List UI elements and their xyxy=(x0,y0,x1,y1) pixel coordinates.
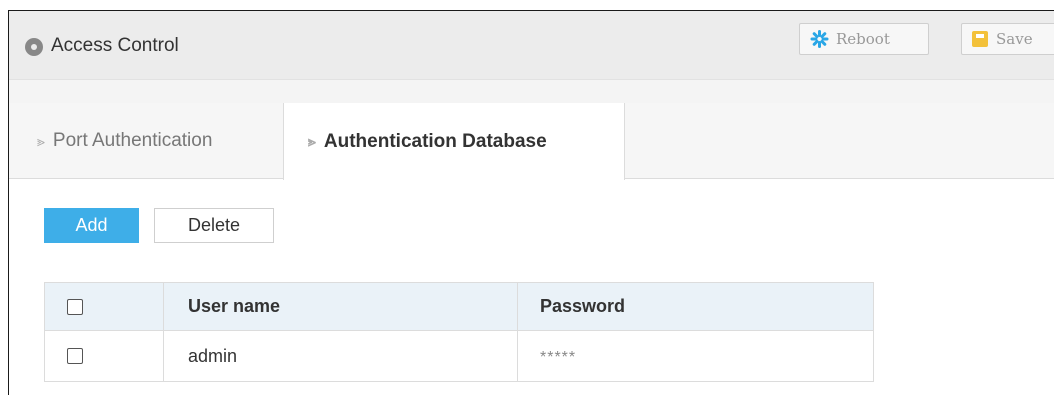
reboot-button[interactable]: Reboot xyxy=(799,23,929,55)
tab-label: Port Authentication xyxy=(52,130,213,151)
select-all-checkbox[interactable] xyxy=(67,298,83,315)
row-select-cell xyxy=(44,330,164,382)
chevron-right-icon: ⪢ xyxy=(37,132,45,149)
user-name-cell: admin xyxy=(163,330,518,382)
table-row[interactable]: admin ***** xyxy=(44,330,874,382)
select-all-cell xyxy=(44,282,164,331)
password-cell: ***** xyxy=(517,330,874,382)
tab-bar: ⪢ Port Authentication ⪢ Authentication D… xyxy=(9,103,1054,180)
header-spacer xyxy=(9,80,1054,103)
add-button[interactable]: Add xyxy=(44,208,139,243)
tab-authentication-database[interactable]: ⪢ Authentication Database xyxy=(283,103,625,180)
save-icon xyxy=(972,31,988,47)
title-bar: Access Control Reboot Save xyxy=(9,11,1054,80)
tab-label: Authentication Database xyxy=(323,130,547,152)
page-title: Access Control xyxy=(51,35,179,56)
access-control-icon xyxy=(25,38,43,56)
table-header-row: User name Password xyxy=(44,282,874,331)
save-button[interactable]: Save xyxy=(961,23,1054,55)
column-header-user-name[interactable]: User name xyxy=(163,282,518,331)
save-button-label: Save xyxy=(996,30,1033,48)
users-table: User name Password admin ***** xyxy=(44,282,874,382)
column-header-password[interactable]: Password xyxy=(517,282,874,331)
app-frame: Access Control Reboot Save ⪢ Port Authen… xyxy=(8,10,1054,395)
row-checkbox[interactable] xyxy=(67,348,83,364)
reboot-button-label: Reboot xyxy=(836,30,890,48)
tab-port-authentication[interactable]: ⪢ Port Authentication xyxy=(37,103,212,179)
delete-button[interactable]: Delete xyxy=(154,208,274,243)
reboot-icon xyxy=(810,30,828,48)
password-value: ***** xyxy=(540,348,577,366)
chevron-right-icon: ⪢ xyxy=(308,133,316,149)
